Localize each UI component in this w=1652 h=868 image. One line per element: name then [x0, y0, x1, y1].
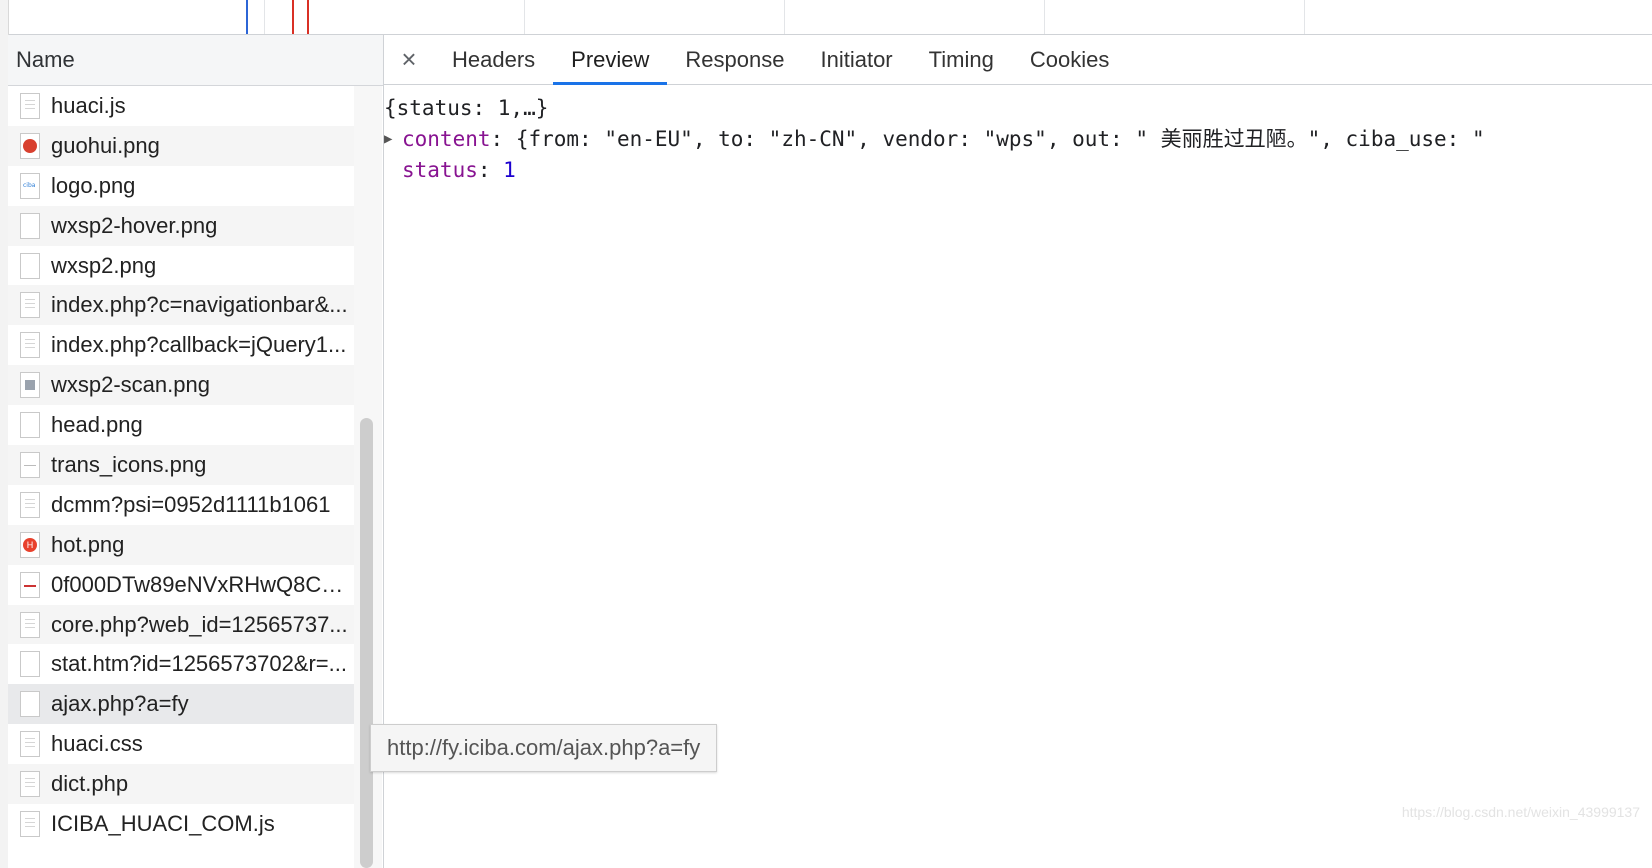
request-row[interactable]: huaci.css [8, 724, 354, 764]
json-colon: : [477, 158, 504, 182]
tab-cookies[interactable]: Cookies [1012, 35, 1127, 84]
document-icon [20, 611, 40, 638]
dom-content-loaded-marker [246, 0, 248, 34]
tab-initiator[interactable]: Initiator [802, 35, 910, 84]
request-name: logo.png [51, 172, 136, 198]
tab-preview[interactable]: Preview [553, 35, 668, 85]
request-row[interactable]: dcmm?psi=0952d1111b1061 [8, 485, 354, 525]
name-column-label: Name [16, 47, 75, 72]
request-name: index.php?c=navigationbar&... [51, 292, 348, 318]
document-icon [20, 771, 40, 798]
image-icon [20, 372, 40, 399]
request-row[interactable]: guohui.png [8, 125, 354, 166]
timeline-gridline [264, 0, 265, 34]
expand-triangle-icon[interactable]: ▶ [384, 124, 402, 155]
request-name: wxsp2-hover.png [51, 212, 218, 238]
request-name: huaci.css [51, 731, 143, 757]
request-name: hot.png [51, 531, 125, 557]
request-name: dcmm?psi=0952d1111b1061 [51, 491, 331, 517]
request-row[interactable]: wxsp2-scan.png [8, 365, 354, 406]
document-icon [20, 332, 40, 359]
timeline-gridline [1044, 0, 1045, 34]
document-icon [20, 651, 40, 678]
request-row[interactable]: ICIBA_HUACI_COM.js [8, 804, 354, 844]
request-name: ICIBA_HUACI_COM.js [51, 810, 275, 836]
timeline-gridline [784, 0, 785, 34]
image-icon [20, 571, 40, 598]
image-icon [20, 531, 40, 558]
watermark: https://blog.csdn.net/weixin_43999137 [1401, 804, 1640, 820]
tab-response[interactable]: Response [667, 35, 802, 84]
document-icon [20, 810, 40, 837]
tab-timing[interactable]: Timing [911, 35, 1012, 84]
request-list-panel: Name huaci.js guohui.png logo.png wxsp2-… [8, 35, 384, 868]
request-row-selected[interactable]: ajax.php?a=fy [8, 684, 354, 725]
json-key-status: status [402, 158, 478, 182]
request-name: huaci.js [51, 92, 126, 118]
request-row[interactable]: index.php?callback=jQuery1... [8, 325, 354, 365]
document-icon [20, 491, 40, 518]
document-icon [20, 292, 40, 319]
name-column-header[interactable]: Name [8, 35, 383, 86]
json-root-summary[interactable]: {status: 1,…} [384, 93, 1652, 124]
request-name: wxsp2.png [51, 252, 157, 278]
request-name: wxsp2-scan.png [51, 372, 210, 398]
request-name: 0f000DTw89eNVxRHwQ8C2... [51, 571, 351, 597]
tooltip-text: http://fy.iciba.com/ajax.php?a=fy [387, 735, 701, 760]
request-row[interactable]: head.png [8, 405, 354, 445]
document-icon [20, 731, 40, 758]
json-summary-text: {status: 1,…} [384, 96, 549, 120]
image-icon [20, 412, 40, 439]
json-content-node[interactable]: ▶ content: {from: "en-EU", to: "zh-CN", v… [384, 124, 1652, 155]
image-icon [20, 212, 40, 239]
timeline-gridline [524, 0, 525, 34]
json-preview: {status: 1,…} ▶ content: {from: "en-EU", … [384, 93, 1652, 186]
request-row[interactable]: huaci.js [8, 86, 354, 126]
json-colon: : [490, 127, 516, 151]
image-icon [20, 132, 40, 159]
document-icon [20, 92, 40, 119]
image-icon [20, 172, 40, 199]
request-row[interactable]: logo.png [8, 166, 354, 206]
image-icon [20, 252, 40, 279]
request-row[interactable]: 0f000DTw89eNVxRHwQ8C2... [8, 565, 354, 605]
request-name: index.php?callback=jQuery1... [51, 332, 347, 358]
request-row[interactable]: dict.php [8, 764, 354, 805]
request-row[interactable]: stat.htm?id=1256573702&r=... [8, 644, 354, 684]
detail-tabbar: × Headers Preview Response Initiator Tim… [384, 35, 1652, 85]
json-content-value: {from: "en-EU", to: "zh-CN", vendor: "wp… [515, 127, 1485, 151]
json-status-value: 1 [503, 158, 516, 182]
request-row[interactable]: core.php?web_id=12565737... [8, 604, 354, 645]
request-name: guohui.png [51, 132, 160, 158]
json-key-content: content [402, 127, 491, 151]
request-list: huaci.js guohui.png logo.png wxsp2-hover… [8, 86, 354, 844]
request-row[interactable]: index.php?c=navigationbar&... [8, 285, 354, 326]
request-row[interactable]: hot.png [8, 524, 354, 565]
load-marker [307, 0, 309, 34]
request-name: dict.php [51, 771, 129, 797]
document-icon [20, 691, 40, 718]
request-name: head.png [51, 412, 143, 438]
request-row[interactable]: wxsp2-hover.png [8, 205, 354, 246]
request-name: core.php?web_id=12565737... [51, 611, 348, 637]
url-tooltip: http://fy.iciba.com/ajax.php?a=fy [370, 724, 718, 772]
request-name: ajax.php?a=fy [51, 691, 189, 717]
request-row[interactable]: trans_icons.png [8, 445, 354, 485]
close-icon[interactable]: × [384, 35, 434, 84]
network-timeline-overview[interactable] [0, 0, 1652, 35]
scrollbar-thumb[interactable] [360, 418, 373, 868]
request-name: stat.htm?id=1256573702&r=... [51, 651, 347, 677]
timeline-gridline [1304, 0, 1305, 34]
request-name: trans_icons.png [51, 451, 207, 477]
load-marker [292, 0, 294, 34]
tab-headers[interactable]: Headers [434, 35, 553, 84]
json-status-node: status: 1 [384, 155, 1652, 186]
request-row[interactable]: wxsp2.png [8, 246, 354, 286]
image-icon [20, 451, 40, 478]
